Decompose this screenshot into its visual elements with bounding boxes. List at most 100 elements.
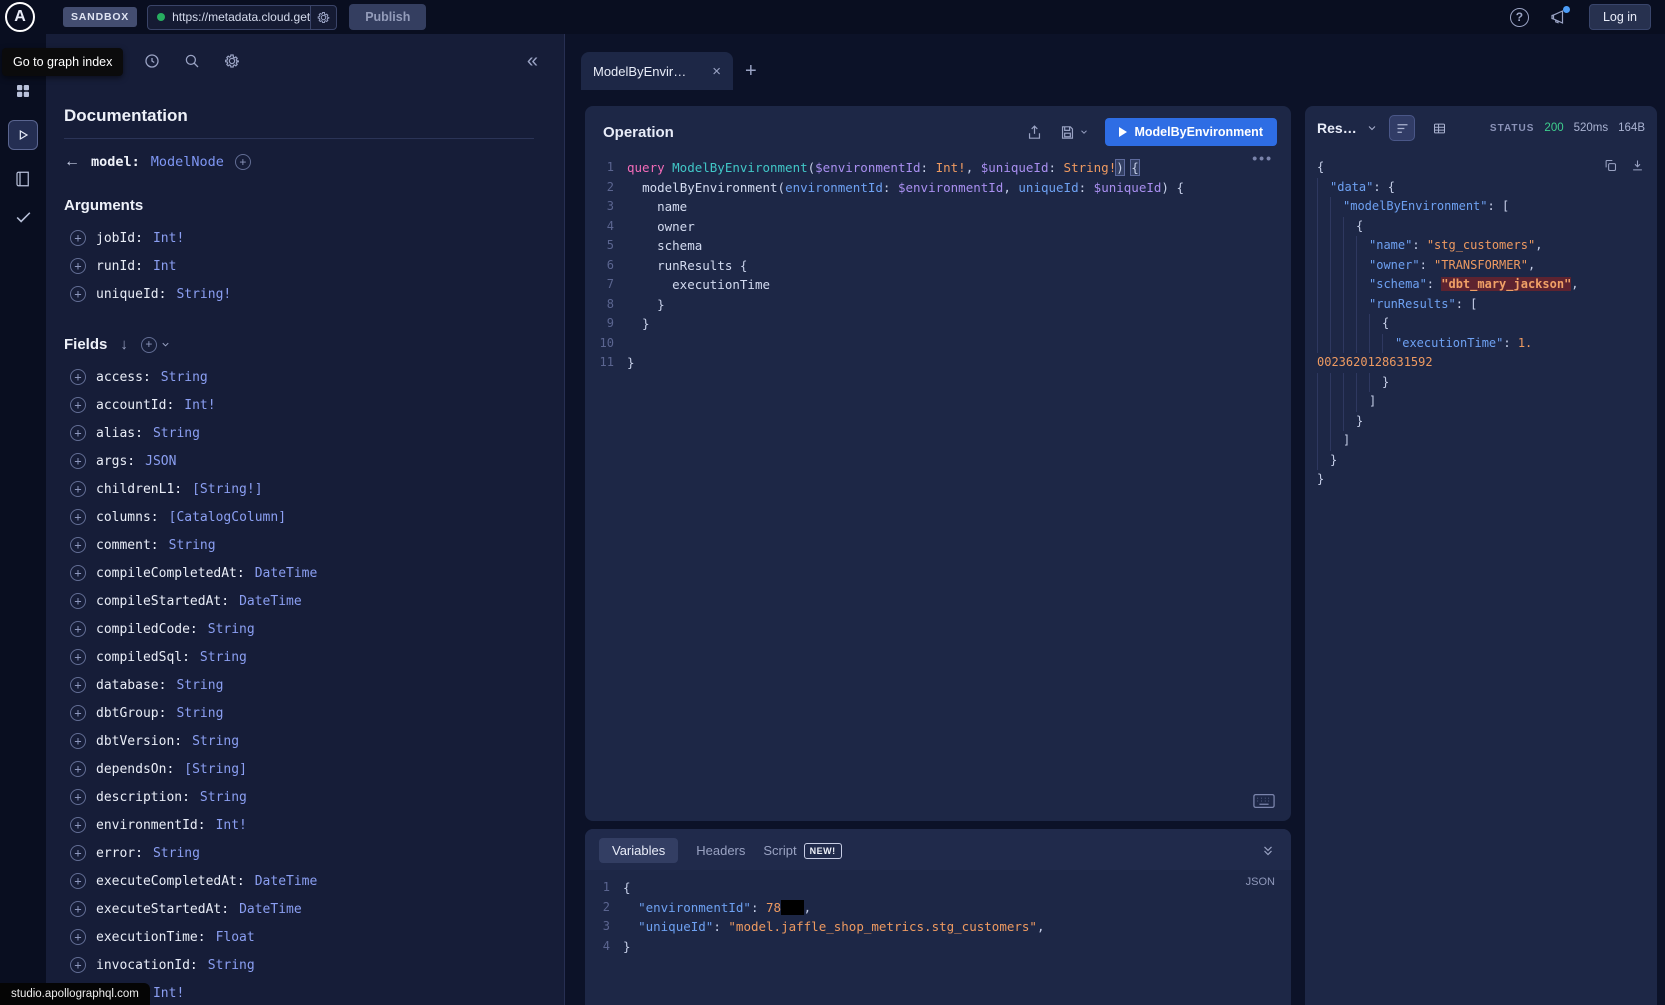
docs-field-row[interactable]: +environmentId:Int!	[64, 811, 534, 839]
docs-field-row[interactable]: +dbtGroup:String	[64, 699, 534, 727]
publish-button[interactable]: Publish	[349, 4, 426, 30]
docs-field-row[interactable]: +executionTime:Float	[64, 923, 534, 951]
field-type[interactable]: String!	[176, 287, 231, 302]
docs-field-row[interactable]: +access:String	[64, 363, 534, 391]
help-icon[interactable]: ?	[1510, 8, 1529, 27]
add-field-icon[interactable]: +	[70, 453, 86, 469]
add-field-icon[interactable]: +	[70, 593, 86, 609]
schema-icon[interactable]	[14, 170, 32, 188]
add-field-icon[interactable]: +	[70, 733, 86, 749]
type-name[interactable]: ModelNode	[151, 154, 224, 170]
add-field-icon[interactable]: +	[70, 565, 86, 581]
field-type[interactable]: [String!]	[192, 482, 262, 497]
add-field-icon[interactable]: +	[70, 649, 86, 665]
field-type[interactable]: String	[192, 734, 239, 749]
field-type[interactable]: String	[176, 678, 223, 693]
add-field-icon[interactable]: +	[70, 901, 86, 917]
share-icon[interactable]	[1026, 124, 1043, 141]
explorer-icon[interactable]	[8, 120, 38, 150]
add-field-icon[interactable]: +	[70, 230, 86, 246]
field-type[interactable]: Int!	[216, 818, 247, 833]
field-type[interactable]: String	[208, 958, 255, 973]
collapse-variables-icon[interactable]	[1261, 844, 1275, 858]
keyboard-shortcuts-icon[interactable]	[1253, 793, 1275, 809]
add-tab-icon[interactable]: +	[745, 61, 757, 81]
tab-headers[interactable]: Headers	[696, 843, 745, 858]
add-field-icon[interactable]: +	[70, 929, 86, 945]
download-icon[interactable]	[1630, 158, 1645, 173]
docs-field-row[interactable]: +runId:Int	[64, 252, 534, 280]
docs-field-row[interactable]: +executeCompletedAt:DateTime	[64, 867, 534, 895]
run-operation-button[interactable]: ModelByEnvironment	[1105, 118, 1278, 146]
checklist-icon[interactable]	[14, 208, 33, 227]
add-field-icon[interactable]: +	[70, 509, 86, 525]
field-type[interactable]: String	[200, 650, 247, 665]
add-field-icon[interactable]: +	[70, 817, 86, 833]
field-type[interactable]: Int!	[153, 231, 184, 246]
field-type[interactable]: Float	[216, 930, 255, 945]
table-view-icon[interactable]	[1426, 115, 1452, 141]
docs-field-row[interactable]: +accountId:Int!	[64, 391, 534, 419]
more-options-icon[interactable]: •••	[1252, 150, 1273, 166]
field-type[interactable]: DateTime	[255, 874, 318, 889]
tab-variables[interactable]: Variables	[599, 838, 678, 863]
field-type[interactable]: Int!	[184, 398, 215, 413]
apollo-logo[interactable]: A	[5, 2, 35, 32]
add-field-icon[interactable]: +	[70, 789, 86, 805]
add-field-icon[interactable]: +	[70, 873, 86, 889]
docs-field-row[interactable]: +database:String	[64, 671, 534, 699]
chevron-down-icon[interactable]	[1366, 122, 1378, 134]
field-type[interactable]: JSON	[145, 454, 176, 469]
collapse-panel-icon[interactable]: «	[527, 51, 538, 71]
field-type[interactable]: DateTime	[239, 594, 302, 609]
field-type[interactable]: String	[176, 706, 223, 721]
operation-editor[interactable]: 1query ModelByEnvironment($environmentId…	[585, 156, 1291, 821]
add-field-icon[interactable]: +	[70, 621, 86, 637]
field-type[interactable]: [CatalogColumn]	[169, 510, 286, 525]
response-json[interactable]: {"data": {"modelByEnvironment": [{"name"…	[1317, 158, 1649, 490]
field-type[interactable]: Int	[153, 259, 176, 274]
copy-icon[interactable]	[1603, 158, 1618, 173]
docs-field-row[interactable]: +executeStartedAt:DateTime	[64, 895, 534, 923]
login-button[interactable]: Log in	[1589, 4, 1651, 30]
graph-index-icon[interactable]	[14, 82, 32, 100]
formatted-view-icon[interactable]	[1389, 115, 1415, 141]
docs-field-row[interactable]: +dbtVersion:String	[64, 727, 534, 755]
field-type[interactable]: String	[169, 538, 216, 553]
docs-field-row[interactable]: +args:JSON	[64, 447, 534, 475]
add-field-icon[interactable]: +	[70, 425, 86, 441]
variables-editor[interactable]: 1{2 "environmentId": 78000,3 "uniqueId":…	[599, 878, 1291, 956]
add-field-icon[interactable]: +	[70, 286, 86, 302]
add-all-fields-button[interactable]: +	[141, 337, 171, 353]
field-type[interactable]: String	[208, 622, 255, 637]
back-icon[interactable]: ←	[64, 153, 80, 171]
field-type[interactable]: String	[161, 370, 208, 385]
docs-field-row[interactable]: +compileCompletedAt:DateTime	[64, 559, 534, 587]
docs-field-row[interactable]: +description:String	[64, 783, 534, 811]
docs-field-row[interactable]: +compiledSql:String	[64, 643, 534, 671]
field-type[interactable]: String	[200, 790, 247, 805]
tab-script[interactable]: Script NEW!	[763, 843, 841, 859]
add-field-icon[interactable]: +	[70, 761, 86, 777]
docs-field-row[interactable]: +childrenL1:[String!]	[64, 475, 534, 503]
settings-gear-icon[interactable]	[223, 52, 241, 70]
docs-field-row[interactable]: +compiledCode:String	[64, 615, 534, 643]
endpoint-input[interactable]: https://metadata.cloud.get	[147, 5, 337, 30]
add-field-icon[interactable]: +	[70, 369, 86, 385]
add-field-icon[interactable]: +	[70, 258, 86, 274]
docs-field-row[interactable]: +dependsOn:[String]	[64, 755, 534, 783]
field-type[interactable]: DateTime	[255, 566, 318, 581]
announcements-icon[interactable]	[1549, 8, 1567, 26]
history-icon[interactable]	[143, 52, 161, 70]
close-tab-icon[interactable]: ×	[712, 63, 721, 80]
save-button[interactable]	[1059, 124, 1089, 141]
endpoint-settings-icon[interactable]	[310, 6, 336, 29]
endpoint-url[interactable]: https://metadata.cloud.get	[172, 10, 310, 24]
add-field-icon[interactable]: +	[70, 397, 86, 413]
search-icon[interactable]	[183, 52, 201, 70]
docs-field-row[interactable]: +invocationId:String	[64, 951, 534, 979]
field-type[interactable]: [String]	[184, 762, 247, 777]
field-type[interactable]: String	[153, 426, 200, 441]
response-title[interactable]: Response	[1317, 120, 1359, 136]
add-field-icon[interactable]: +	[70, 481, 86, 497]
